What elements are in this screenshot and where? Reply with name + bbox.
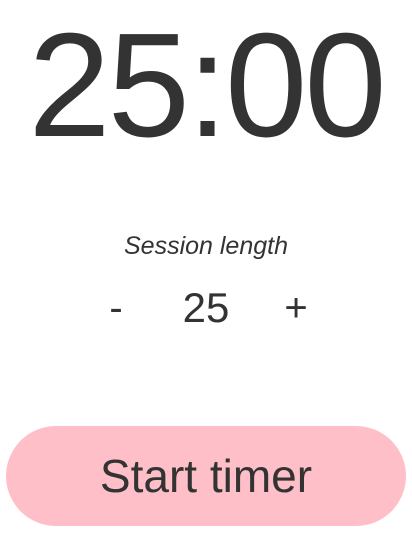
- session-length-stepper: - 25 +: [0, 280, 412, 336]
- timer-display: 25:00: [28, 3, 386, 168]
- session-length-value: 25: [182, 284, 230, 331]
- increment-session-button[interactable]: +: [272, 280, 320, 336]
- decrement-session-button[interactable]: -: [92, 280, 140, 336]
- session-length-label: Session length: [123, 232, 288, 260]
- start-timer-button[interactable]: Start timer: [6, 426, 406, 526]
